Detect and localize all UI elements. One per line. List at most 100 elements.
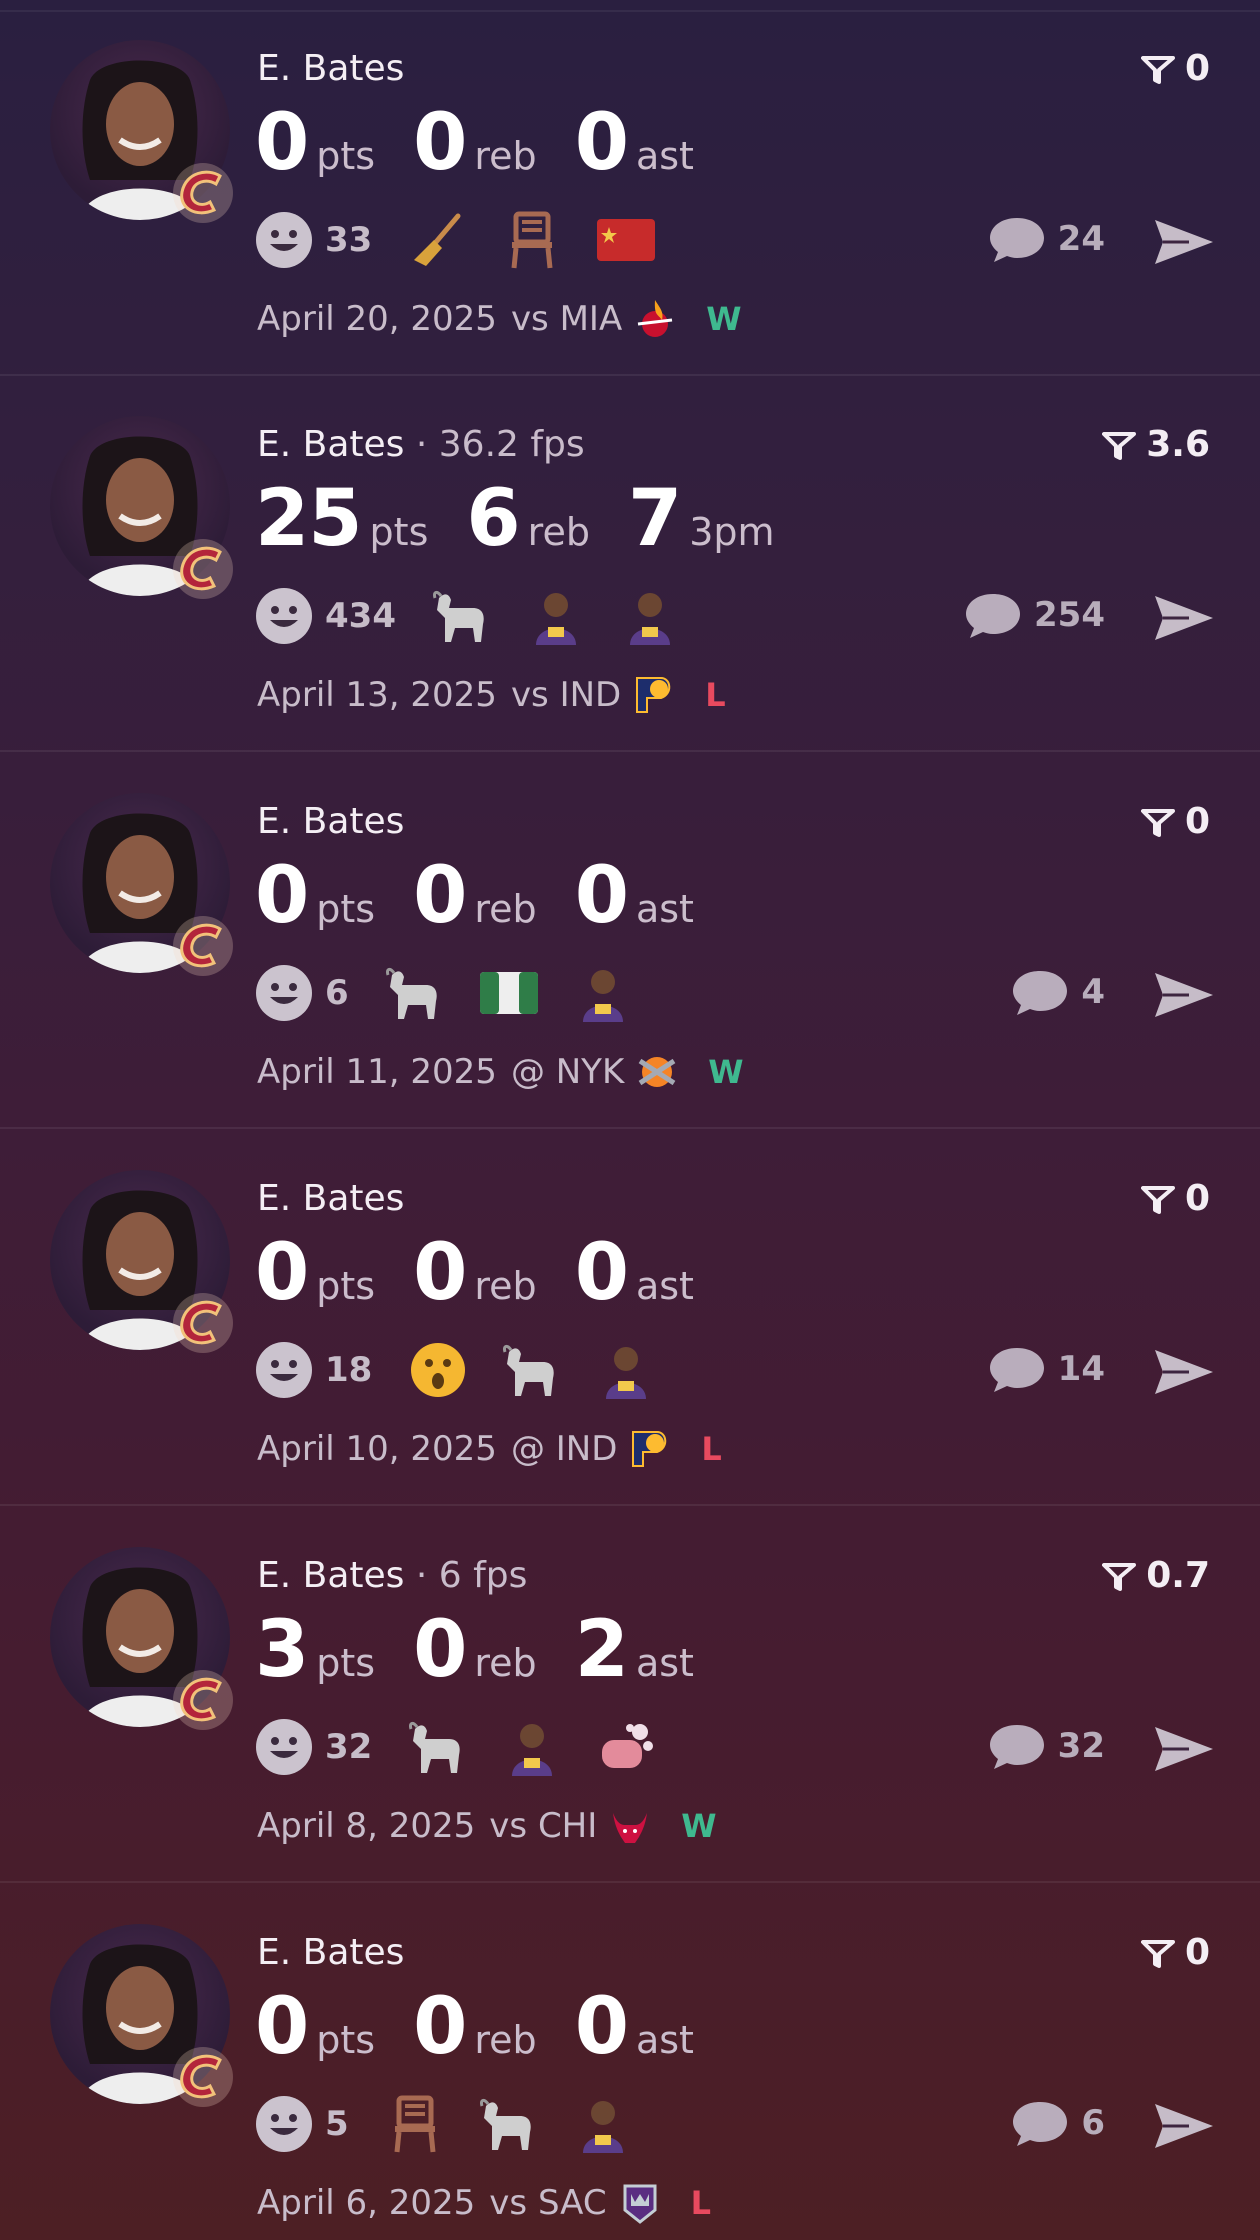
send-icon[interactable] (1153, 969, 1215, 1021)
send-icon[interactable] (1153, 592, 1215, 644)
stat-1: 25 pts (255, 474, 428, 564)
comment-bubble-icon (1013, 2102, 1068, 2146)
player-name: E. Bates (257, 1178, 405, 1219)
chair-icon[interactable] (500, 208, 564, 272)
stat-value: 0 (255, 1982, 309, 2072)
goat-icon[interactable] (430, 584, 494, 648)
stat-line: 25 pts 6 reb 7 3pm (255, 474, 813, 564)
game-card[interactable]: E. Bates 0 0 pts 0 reb 0 ast 33 24 April 20… (0, 0, 1260, 376)
stat-unit: reb (474, 1641, 537, 1685)
stat-value: 0 (574, 1982, 629, 2072)
goat-icon[interactable] (383, 961, 447, 1025)
stat-unit: 3pm (689, 510, 775, 554)
player-avatar[interactable] (50, 1547, 236, 1733)
send-icon[interactable] (1153, 1723, 1215, 1775)
pacers-logo-icon (632, 1431, 667, 1467)
player-avatar[interactable] (50, 416, 236, 602)
smiley-react-icon[interactable] (255, 211, 313, 269)
player-photo-icon[interactable] (594, 1338, 658, 1402)
game-card[interactable]: E. Bates 0 0 pts 0 reb 0 ast 18 14 April 10… (0, 1130, 1260, 1506)
game-result: W (708, 1053, 744, 1091)
player-name-line[interactable]: E. Bates · 6 fps (257, 1555, 527, 1596)
player-photo-icon[interactable] (571, 961, 635, 1025)
game-card[interactable]: E. Bates · 36.2 fps 3.6 25 pts 6 reb 7 3pm … (0, 376, 1260, 752)
game-card[interactable]: E. Bates · 6 fps 0.7 3 pts 0 reb 2 ast 32 3… (0, 1507, 1260, 1883)
goat-icon[interactable] (406, 1715, 470, 1779)
soap-icon[interactable] (594, 1715, 658, 1779)
nigeria-flag-icon[interactable] (477, 961, 541, 1025)
player-name-line[interactable]: E. Bates (257, 1178, 404, 1219)
reaction-count: 6 (325, 973, 349, 1013)
reaction-bar: 5 (255, 2092, 665, 2156)
stat-line: 0 pts 0 reb 0 ast (255, 98, 732, 188)
stat-unit: reb (474, 1264, 537, 1308)
fantasy-score: 0 (1140, 48, 1210, 89)
fantasy-score: 0 (1140, 1932, 1210, 1973)
surprised-face-icon[interactable] (406, 1338, 470, 1402)
china-flag-icon[interactable] (594, 208, 658, 272)
player-avatar[interactable] (50, 1924, 236, 2110)
player-photo-icon[interactable] (571, 2092, 635, 2156)
goat-icon[interactable] (477, 2092, 541, 2156)
game-result: W (706, 300, 742, 338)
comment-count: 4 (1081, 972, 1105, 1012)
player-avatar[interactable] (50, 1170, 236, 1356)
stat-3: 0 ast (575, 1982, 694, 2072)
send-icon[interactable] (1153, 216, 1215, 268)
player-name-line[interactable]: E. Bates (257, 801, 404, 842)
bulls-logo-icon (613, 1813, 648, 1843)
fantasy-score: 3.6 (1102, 424, 1210, 465)
knicks-logo-icon (638, 1057, 676, 1087)
player-photo-icon[interactable] (618, 584, 682, 648)
score-value: 0.7 (1146, 1555, 1210, 1596)
smiley-react-icon[interactable] (255, 587, 313, 645)
fantasy-score: 0 (1140, 1178, 1210, 1219)
broom-icon[interactable] (406, 208, 470, 272)
game-result: W (681, 1807, 717, 1845)
stat-value: 7 (627, 474, 682, 564)
stat-unit: pts (316, 2018, 376, 2062)
comments-button[interactable]: 4 (1011, 967, 1105, 1017)
filter-icon (1102, 1562, 1137, 1591)
goat-icon[interactable] (500, 1338, 564, 1402)
player-name-line[interactable]: E. Bates (257, 48, 404, 89)
stat-unit: ast (635, 1264, 694, 1308)
player-name-line[interactable]: E. Bates · 36.2 fps (257, 424, 585, 465)
stat-value: 0 (413, 851, 467, 941)
stat-value: 0 (413, 98, 467, 188)
comments-button[interactable]: 254 (964, 590, 1105, 640)
fantasy-score: 0.7 (1102, 1555, 1210, 1596)
game-card[interactable]: E. Bates 0 0 pts 0 reb 0 ast 5 6 April 6, 2… (0, 1884, 1260, 2240)
reaction-bar: 32 (255, 1715, 688, 1779)
player-avatar[interactable] (50, 793, 236, 979)
reaction-count: 32 (325, 1727, 373, 1767)
player-photo-icon[interactable] (524, 584, 588, 648)
send-icon[interactable] (1153, 2100, 1215, 2152)
player-avatar[interactable] (50, 40, 236, 226)
stat-unit: ast (635, 887, 694, 931)
comments-button[interactable]: 6 (1011, 2098, 1105, 2148)
comments-button[interactable]: 32 (988, 1721, 1105, 1771)
fps-value: · 36.2 fps (415, 424, 585, 465)
game-card[interactable]: E. Bates 0 0 pts 0 reb 0 ast 6 4 April 11, … (0, 753, 1260, 1129)
chair-icon[interactable] (383, 2092, 447, 2156)
smiley-react-icon[interactable] (255, 1341, 313, 1399)
stat-value: 0 (574, 851, 629, 941)
player-name-line[interactable]: E. Bates (257, 1932, 404, 1973)
smiley-react-icon[interactable] (255, 964, 313, 1022)
stat-1: 0 pts (255, 1982, 375, 2072)
smiley-react-icon[interactable] (255, 1718, 313, 1776)
score-value: 0 (1184, 1178, 1210, 1219)
player-photo-icon[interactable] (500, 1715, 564, 1779)
stat-unit: pts (369, 510, 429, 554)
send-icon[interactable] (1153, 1346, 1215, 1398)
stat-line: 0 pts 0 reb 0 ast (255, 851, 732, 941)
stat-2: 0 reb (413, 1605, 537, 1695)
comment-bubble-icon (989, 1348, 1044, 1392)
smiley-react-icon[interactable] (255, 2095, 313, 2153)
comments-button[interactable]: 24 (988, 214, 1105, 264)
comments-button[interactable]: 14 (988, 1344, 1105, 1394)
stat-unit: reb (527, 510, 590, 554)
comment-bubble-icon (989, 218, 1044, 262)
game-info: April 10, 2025 @ IND L (257, 1426, 722, 1472)
